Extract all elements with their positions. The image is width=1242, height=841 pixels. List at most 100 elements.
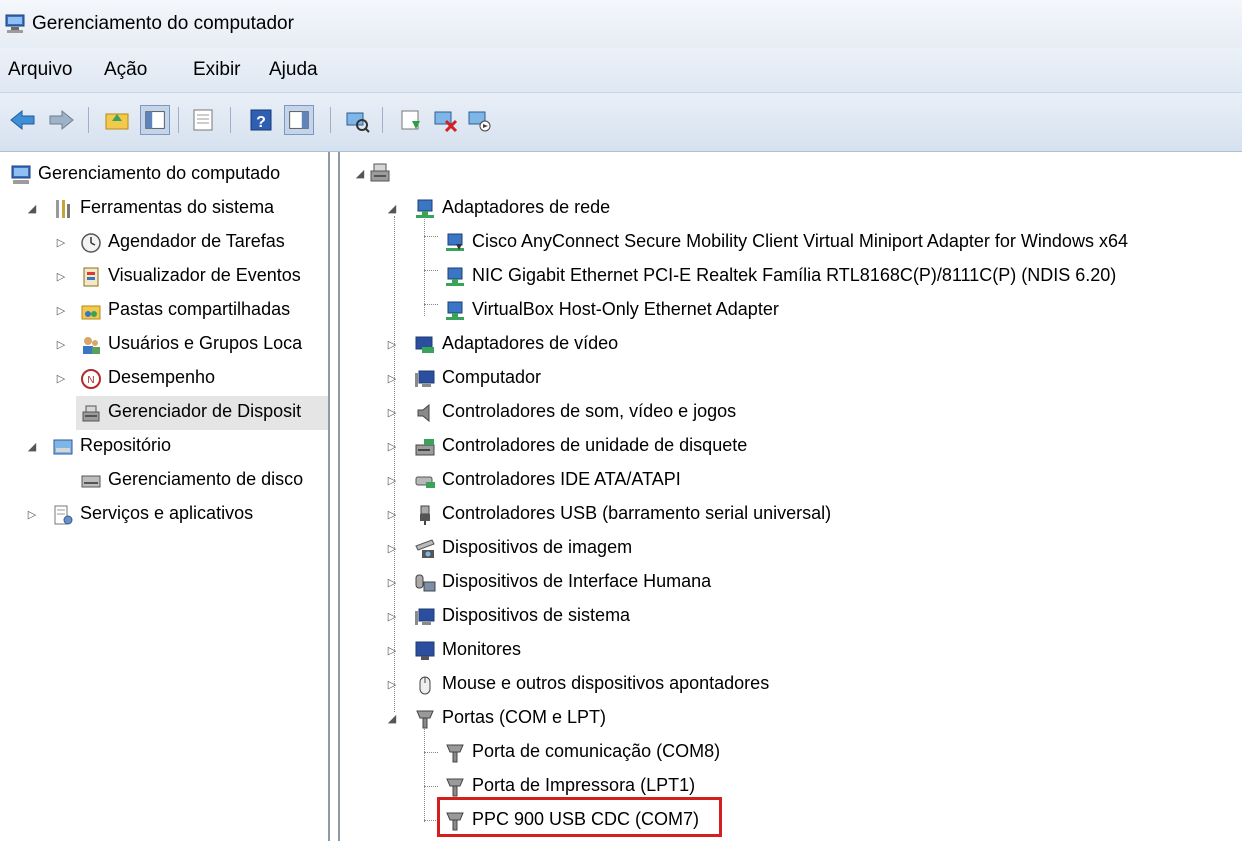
category-label: Dispositivos de imagem xyxy=(442,537,633,557)
tree-label: Gerenciamento do computado xyxy=(38,163,281,183)
tree-label: Gerenciamento de disco xyxy=(108,469,304,489)
tools-icon xyxy=(56,200,70,218)
floppy-controller-icon xyxy=(415,439,435,456)
expand-arrow-icon[interactable]: ▷ xyxy=(55,305,67,317)
highlight-annotation xyxy=(437,797,722,837)
collapse-arrow-icon[interactable]: ◢ xyxy=(354,168,366,180)
menu-acao[interactable]: Ação xyxy=(104,59,147,81)
menu-arquivo[interactable]: Arquivo xyxy=(8,59,72,81)
ide-controller-icon xyxy=(415,476,435,488)
device-label: NIC Gigabit Ethernet PCI-E Realtek Famíl… xyxy=(472,265,1117,285)
show-hide-tree-icon[interactable] xyxy=(140,105,170,135)
tree-label: Desempenho xyxy=(108,367,216,387)
expand-arrow-icon[interactable]: ▷ xyxy=(386,373,398,385)
usb-connector-icon xyxy=(420,505,430,525)
window-title: Gerenciamento do computador xyxy=(32,13,294,34)
system-devices-icon xyxy=(415,608,435,625)
category-label: Monitores xyxy=(442,639,522,659)
tree-label: Repositório xyxy=(80,435,172,455)
category-label: Adaptadores de rede xyxy=(442,197,611,217)
disk-icon xyxy=(81,475,101,488)
expand-arrow-icon[interactable]: ▷ xyxy=(386,577,398,589)
tree-label: Visualizador de Eventos xyxy=(108,265,301,285)
expand-arrow-icon[interactable]: ▷ xyxy=(386,611,398,623)
network-adapter-icon xyxy=(446,301,464,320)
storage-icon xyxy=(53,439,73,455)
device-label: Porta de Impressora (LPT1) xyxy=(472,775,696,795)
expand-arrow-icon[interactable]: ▷ xyxy=(386,645,398,657)
collapse-arrow-icon[interactable]: ◢ xyxy=(386,713,398,725)
category-label: Controladores USB (barramento serial uni… xyxy=(442,503,832,523)
tree-label: Usuários e Grupos Loca xyxy=(108,333,303,353)
serial-port-icon xyxy=(446,778,464,797)
category-label: Controladores de unidade de disquete xyxy=(442,435,748,455)
expand-arrow-icon[interactable]: ▷ xyxy=(55,373,67,385)
shared-folder-icon xyxy=(81,305,101,320)
expand-arrow-icon[interactable]: ▷ xyxy=(55,339,67,351)
performance-icon: N xyxy=(81,369,101,389)
tree-label: Pastas compartilhadas xyxy=(108,299,291,319)
expand-arrow-icon[interactable]: ▷ xyxy=(386,407,398,419)
expand-arrow-icon[interactable]: ▷ xyxy=(386,441,398,453)
up-folder-icon[interactable] xyxy=(102,105,132,135)
category-label: Mouse e outros dispositivos apontadores xyxy=(442,673,770,693)
expand-arrow-icon[interactable]: ▷ xyxy=(55,237,67,249)
computer-management-icon xyxy=(5,14,25,33)
computer-root-icon[interactable] xyxy=(368,160,392,184)
human-interface-icon xyxy=(415,574,436,592)
tree-label: Agendador de Tarefas xyxy=(108,231,285,251)
back-arrow-icon[interactable] xyxy=(8,105,38,135)
category-label: Adaptadores de vídeo xyxy=(442,333,619,353)
expand-arrow-icon[interactable]: ▷ xyxy=(386,543,398,555)
svg-text:?: ? xyxy=(256,114,266,131)
update-driver-icon[interactable] xyxy=(396,105,426,135)
menu-exibir[interactable]: Exibir xyxy=(193,59,241,81)
scan-hardware-icon[interactable] xyxy=(342,105,372,135)
services-icon xyxy=(54,505,73,525)
clock-icon xyxy=(81,233,101,253)
action-pane-icon[interactable] xyxy=(284,105,314,135)
event-viewer-icon xyxy=(83,267,99,287)
expand-arrow-icon[interactable]: ▷ xyxy=(386,475,398,487)
category-label: Computador xyxy=(442,367,542,387)
expand-arrow-icon[interactable]: ▷ xyxy=(386,679,398,691)
serial-port-icon xyxy=(446,744,464,763)
device-tree: ◢ ◢ Adaptadores de rede Cisco AnyConnect… xyxy=(338,152,1242,841)
network-adapter-icon xyxy=(416,199,434,218)
collapse-arrow-icon[interactable]: ◢ xyxy=(26,441,38,453)
title-bar: Gerenciamento do computador xyxy=(0,0,1242,48)
expand-arrow-icon[interactable]: ▷ xyxy=(55,271,67,283)
uninstall-device-icon[interactable] xyxy=(430,105,460,135)
expand-arrow-icon[interactable]: ▷ xyxy=(386,339,398,351)
collapse-arrow-icon[interactable]: ◢ xyxy=(26,203,38,215)
collapse-arrow-icon[interactable]: ◢ xyxy=(386,203,398,215)
mouse-icon xyxy=(419,676,431,695)
expand-arrow-icon[interactable]: ▷ xyxy=(386,509,398,521)
device-manager-icon xyxy=(82,405,100,422)
users-icon xyxy=(83,337,100,354)
forward-arrow-icon[interactable] xyxy=(46,105,76,135)
tree-item-device-manager[interactable]: Gerenciador de Disposit xyxy=(76,396,328,430)
disable-device-icon[interactable] xyxy=(464,105,494,135)
monitor-icon xyxy=(415,641,435,660)
device-label: Cisco AnyConnect Secure Mobility Client … xyxy=(472,231,1128,251)
serial-port-icon xyxy=(416,710,434,729)
expand-arrow-icon[interactable]: ▷ xyxy=(26,509,38,521)
computer-management-icon xyxy=(11,165,31,184)
help-icon[interactable]: ? xyxy=(246,105,276,135)
category-label: Dispositivos de sistema xyxy=(442,605,631,625)
network-adapter-icon xyxy=(446,267,464,286)
device-label: VirtualBox Host-Only Ethernet Adapter xyxy=(472,299,779,319)
menu-ajuda[interactable]: Ajuda xyxy=(269,59,318,81)
category-label: Dispositivos de Interface Humana xyxy=(442,571,712,591)
properties-icon[interactable] xyxy=(188,105,218,135)
display-adapter-icon xyxy=(415,336,434,353)
category-label: Controladores de som, vídeo e jogos xyxy=(442,401,737,421)
toolbar: ? xyxy=(0,93,1242,152)
svg-text:N: N xyxy=(87,375,94,386)
category-label: Controladores IDE ATA/ATAPI xyxy=(442,469,681,489)
tree-label: Ferramentas do sistema xyxy=(80,197,275,217)
category-label: Portas (COM e LPT) xyxy=(442,707,607,727)
speaker-icon xyxy=(417,403,430,423)
device-label: Porta de comunicação (COM8) xyxy=(472,741,721,761)
